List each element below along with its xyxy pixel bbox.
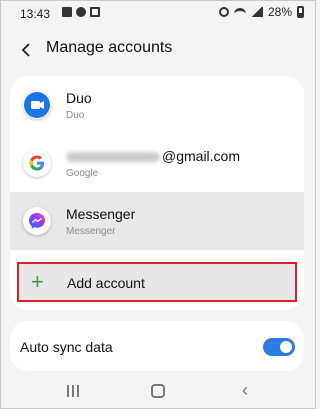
account-name: Messenger	[66, 206, 136, 222]
status-bar: 13:43 28%	[0, 0, 316, 28]
account-type: Messenger	[66, 226, 116, 237]
messenger-icon	[23, 207, 51, 235]
signal-icon	[250, 7, 263, 17]
back-icon[interactable]: ‹	[242, 380, 248, 401]
auto-sync-label: Auto sync data	[20, 339, 113, 355]
back-arrow-icon[interactable]	[18, 41, 36, 59]
account-email: @gmail.com	[66, 148, 240, 164]
redacted-username	[66, 152, 160, 163]
add-account-label: Add account	[67, 275, 145, 291]
navigation-bar: ‹	[0, 375, 316, 409]
status-time: 13:43	[20, 7, 51, 21]
auto-sync-toggle[interactable]	[263, 338, 295, 356]
add-account-button[interactable]: + Add account	[17, 262, 297, 302]
wifi-icon	[233, 8, 246, 16]
gallery-notification-icon	[62, 7, 72, 17]
duo-icon	[23, 91, 51, 119]
notification-icons	[62, 7, 100, 17]
calendar-notification-icon	[90, 7, 100, 17]
google-icon	[23, 149, 51, 177]
account-type: Duo	[66, 110, 85, 121]
system-icons: 28%	[218, 5, 304, 19]
battery-icon	[297, 6, 304, 18]
auto-sync-card: Auto sync data	[10, 321, 304, 371]
account-row-google[interactable]: @gmail.com Google	[10, 134, 304, 192]
app-bar: Manage accounts	[0, 30, 316, 70]
account-notification-icon	[76, 7, 86, 17]
page-title: Manage accounts	[46, 39, 173, 56]
plus-icon: +	[31, 269, 44, 294]
account-row-duo[interactable]: Duo Duo	[10, 76, 304, 134]
account-name: Duo	[66, 90, 92, 106]
email-domain: @gmail.com	[162, 148, 241, 164]
account-row-messenger[interactable]: Messenger Messenger	[10, 192, 304, 250]
home-icon[interactable]	[151, 384, 165, 398]
alarm-icon	[218, 7, 229, 17]
battery-percent: 28%	[267, 5, 292, 19]
account-type: Google	[66, 168, 99, 179]
recents-icon[interactable]	[67, 385, 81, 397]
